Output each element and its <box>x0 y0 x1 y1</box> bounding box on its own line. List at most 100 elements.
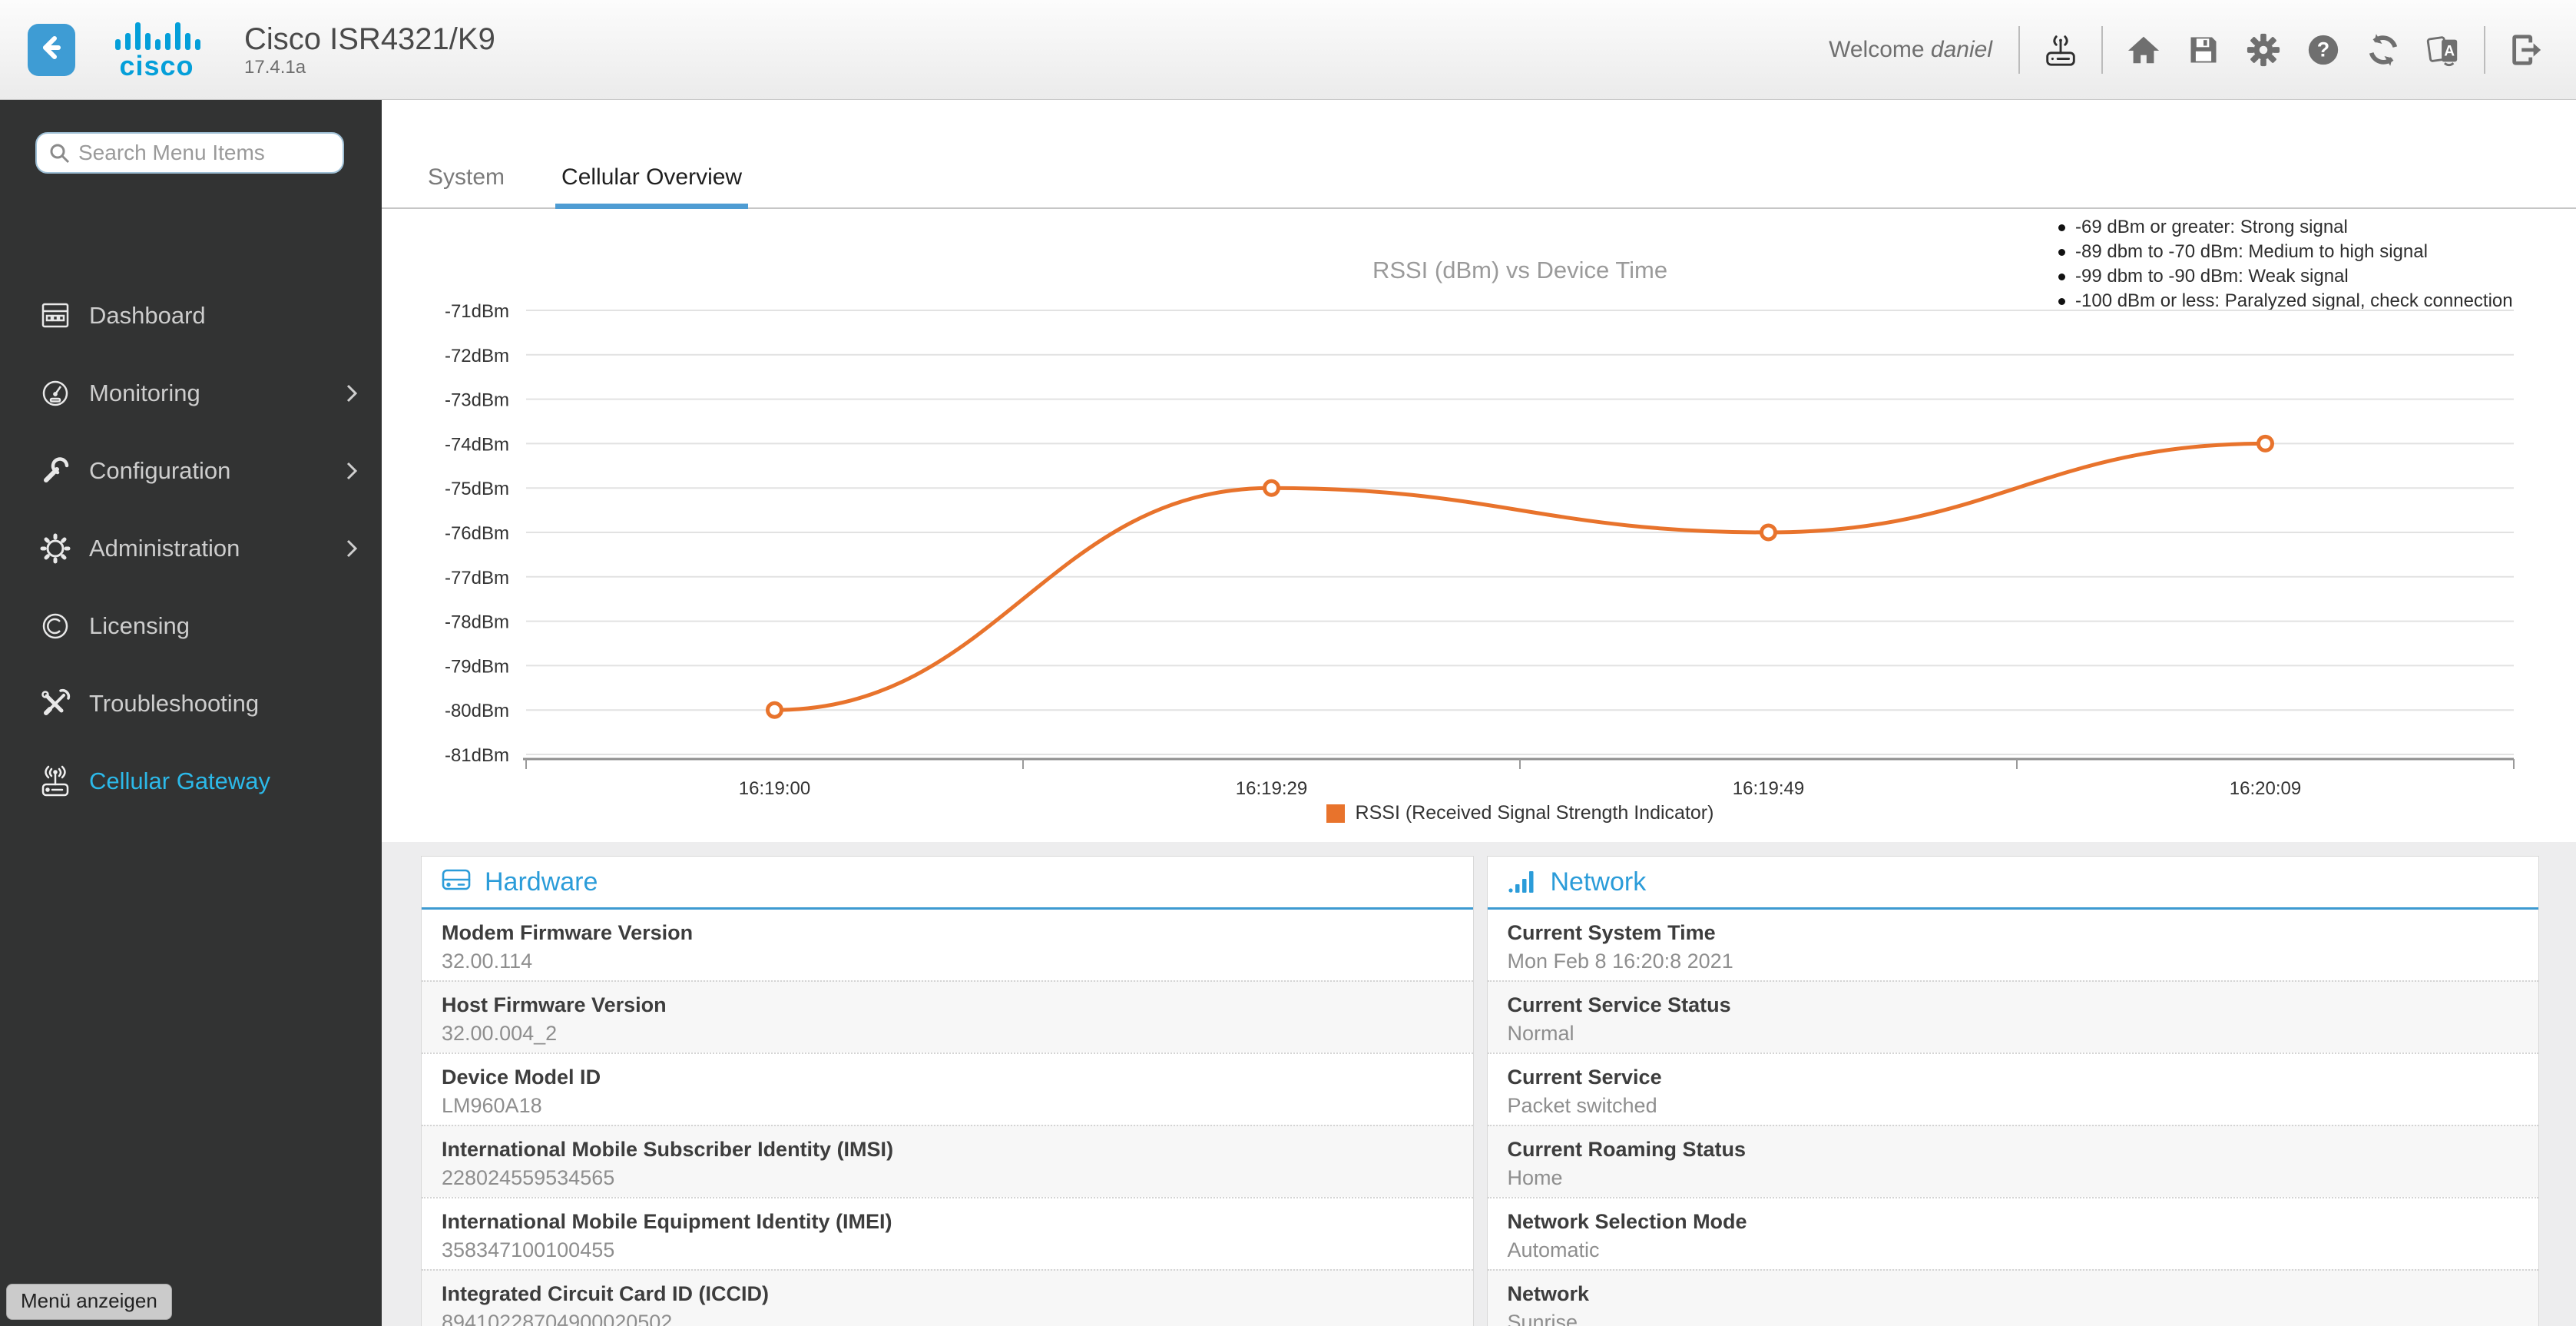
info-label: Current Service Status <box>1507 993 1731 1016</box>
info-label: International Mobile Subscriber Identity… <box>442 1138 894 1161</box>
info-value: Normal <box>1507 1022 1574 1045</box>
cellular-gateway-icon[interactable] <box>2041 31 2080 69</box>
hard-drive-icon <box>440 865 472 900</box>
main-content: System Cellular Overview RSSI (dBm) vs D… <box>382 100 2576 1326</box>
info-row: Current Service Status Normal <box>1487 980 2538 1053</box>
dashboard-icon <box>35 297 75 334</box>
sidebar-item-configuration[interactable]: Configuration <box>0 432 382 509</box>
divider <box>2018 25 2020 74</box>
info-row: Network Selection Mode Automatic <box>1487 1197 2538 1269</box>
troubleshooting-icon <box>35 685 75 722</box>
svg-text:-78dBm: -78dBm <box>445 612 509 633</box>
info-label: Network Selection Mode <box>1507 1210 1747 1233</box>
info-label: Network <box>1507 1282 1590 1305</box>
info-row: Current Roaming Status Home <box>1487 1125 2538 1197</box>
data-point <box>766 701 783 719</box>
info-value: Packet switched <box>1507 1094 1657 1117</box>
page-title: Cisco ISR4321/K9 <box>244 22 495 56</box>
info-value: Mon Feb 8 16:20:8 2021 <box>1507 950 1733 973</box>
info-row: Network Sunrise <box>1487 1269 2538 1326</box>
svg-text:-75dBm: -75dBm <box>445 479 509 499</box>
svg-text:-79dBm: -79dBm <box>445 656 509 677</box>
info-row: International Mobile Equipment Identity … <box>422 1197 1473 1269</box>
chevron-right-icon <box>343 382 360 409</box>
header-actions: Welcome daniel ? A <box>1829 25 2545 74</box>
info-label: Modem Firmware Version <box>442 921 694 944</box>
cisco-bars-icon <box>115 22 200 50</box>
sidebar-item-cellular-gateway[interactable]: Cellular Gateway <box>0 742 382 820</box>
svg-text:A: A <box>2444 43 2455 59</box>
licensing-icon <box>35 608 75 645</box>
info-row: Integrated Circuit Card ID (ICCID) 894102… <box>422 1269 1473 1326</box>
hardware-card: Hardware Modem Firmware Version 32.00.114… <box>421 856 1474 1326</box>
data-point <box>1263 479 1280 497</box>
network-card-header: Network <box>1487 857 2538 910</box>
chevron-right-icon <box>343 537 360 564</box>
refresh-icon[interactable] <box>2364 31 2402 69</box>
settings-gear-icon[interactable] <box>2244 31 2283 69</box>
sidebar-item-label: Monitoring <box>89 379 200 406</box>
help-icon[interactable]: ? <box>2304 31 2343 69</box>
info-value: 358347100100455 <box>442 1238 615 1261</box>
legend-swatch <box>1326 804 1345 823</box>
divider <box>2484 25 2485 74</box>
svg-text:-72dBm: -72dBm <box>445 346 509 366</box>
sidebar-item-licensing[interactable]: Licensing <box>0 587 382 665</box>
info-row: International Mobile Subscriber Identity… <box>422 1125 1473 1197</box>
info-value: 228024559534565 <box>442 1166 615 1189</box>
info-value: 89410228704900020502 <box>442 1311 673 1326</box>
info-label: Device Model ID <box>442 1066 601 1089</box>
sidebar-item-administration[interactable]: Administration <box>0 509 382 587</box>
top-header: cisco Cisco ISR4321/K9 17.4.1a Welcome d… <box>0 0 2576 100</box>
welcome-text: Welcome daniel <box>1829 36 1992 62</box>
network-rows: Current System Time Mon Feb 8 16:20:8 202… <box>1487 910 2539 1326</box>
info-row: Current System Time Mon Feb 8 16:20:8 202… <box>1488 910 2539 980</box>
info-label: Current Roaming Status <box>1507 1138 1747 1161</box>
hardware-card-header: Hardware <box>422 857 1473 910</box>
rssi-chart-section: RSSI (dBm) vs Device Time -69 dBm or gre… <box>382 209 2576 842</box>
svg-text:-74dBm: -74dBm <box>445 434 509 455</box>
sidebar-menu: Dashboard Monitoring Configuration Admin… <box>0 277 382 820</box>
tab-system[interactable]: System <box>422 164 511 207</box>
info-value: Automatic <box>1507 1238 1600 1261</box>
cellular-gateway-icon <box>35 763 75 800</box>
info-value: 32.00.004_2 <box>442 1022 558 1045</box>
info-label: Host Firmware Version <box>442 993 667 1016</box>
card-title: Network <box>1550 867 1647 897</box>
info-value: Sunrise <box>1507 1311 1578 1326</box>
sidebar: Dashboard Monitoring Configuration <box>0 100 382 1326</box>
cisco-logo-text: cisco <box>119 49 194 81</box>
back-button[interactable] <box>28 23 75 76</box>
cisco-logo: cisco <box>112 18 201 82</box>
save-icon[interactable] <box>2184 31 2223 69</box>
home-icon[interactable] <box>2124 31 2163 69</box>
sidebar-item-label: Dashboard <box>89 301 206 329</box>
info-label: Integrated Circuit Card ID (ICCID) <box>442 1282 770 1305</box>
tab-bar: System Cellular Overview <box>382 100 2576 209</box>
configuration-icon <box>35 452 75 489</box>
rssi-line-chart: -71dBm -72dBm -73dBm -74dBm -75dBm -76dBm -77d… <box>445 301 2515 799</box>
svg-text:16:19:29: 16:19:29 <box>1236 778 1307 799</box>
search-input[interactable] <box>78 141 332 165</box>
sidebar-item-label: Administration <box>89 534 240 562</box>
administration-icon <box>35 530 75 567</box>
language-icon[interactable]: A <box>2424 31 2462 69</box>
info-label: Current Service <box>1507 1066 1662 1089</box>
info-cards-section: Hardware Modem Firmware Version 32.00.114… <box>382 842 2576 1326</box>
svg-text:16:20:09: 16:20:09 <box>2230 778 2301 799</box>
sidebar-search[interactable] <box>35 132 344 174</box>
tab-cellular-overview[interactable]: Cellular Overview <box>555 164 749 209</box>
chevron-right-icon <box>343 459 360 486</box>
logout-icon[interactable] <box>2507 31 2545 69</box>
show-menu-tooltip[interactable]: Menü anzeigen <box>6 1284 172 1320</box>
back-arrow-icon <box>38 34 65 65</box>
sidebar-item-dashboard[interactable]: Dashboard <box>0 277 382 354</box>
card-title: Hardware <box>485 867 598 897</box>
info-value: LM960A18 <box>442 1094 542 1117</box>
info-row: Modem Firmware Version 32.00.114 <box>422 910 1473 980</box>
svg-text:16:19:00: 16:19:00 <box>739 778 810 799</box>
info-value: 32.00.114 <box>442 950 533 973</box>
sidebar-item-monitoring[interactable]: Monitoring <box>0 354 382 432</box>
svg-text:?: ? <box>2317 38 2329 61</box>
sidebar-item-troubleshooting[interactable]: Troubleshooting <box>0 665 382 742</box>
